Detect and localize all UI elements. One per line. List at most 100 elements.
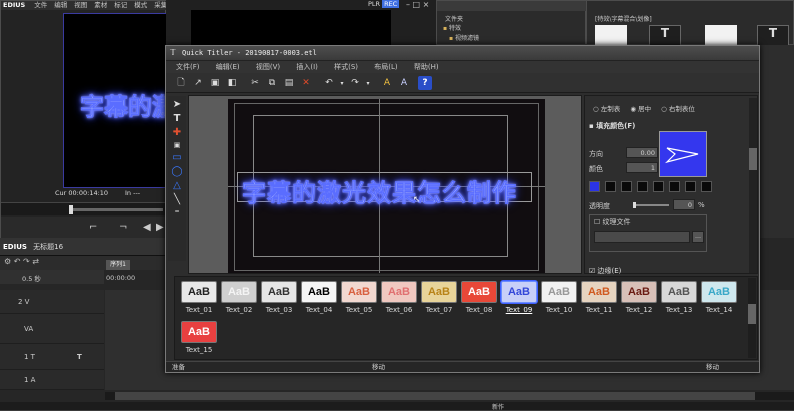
color-swatch-8[interactable]: [701, 181, 712, 192]
redo-icon[interactable]: ↷: [23, 257, 30, 266]
titler-menu-edit[interactable]: 编辑(E): [216, 61, 240, 73]
select-tool-icon[interactable]: ➤: [173, 99, 181, 110]
style-preset-text_14[interactable]: AaB Text_14: [699, 281, 739, 321]
style-preset-text_07[interactable]: AaB Text_07: [419, 281, 459, 321]
style-preset-text_08[interactable]: AaB Text_08: [459, 281, 499, 321]
style-preset-text_09[interactable]: AaB Text_09: [499, 281, 539, 321]
track-1a[interactable]: 1 A: [0, 370, 104, 390]
titler-menu-help[interactable]: 帮助(H): [414, 61, 439, 73]
maximize-icon[interactable]: □: [413, 0, 421, 9]
menu-file[interactable]: 文件: [34, 1, 47, 10]
align-left-radio[interactable]: ○ 左制表: [593, 105, 620, 113]
timecode-ruler[interactable]: 00:00:00: [106, 274, 135, 282]
undo-icon[interactable]: ↶: [322, 76, 336, 90]
color-swatch-7[interactable]: [685, 181, 696, 192]
slider-thumb[interactable]: [633, 202, 636, 208]
ripple-icon[interactable]: ⇄: [32, 257, 39, 266]
sequence-tab[interactable]: 序列1: [106, 260, 130, 270]
transparency-slider[interactable]: [633, 202, 669, 208]
mark-in-icon[interactable]: ⌐: [89, 222, 97, 233]
text-style-alt-icon[interactable]: A: [397, 76, 411, 90]
props-scrollbar[interactable]: [749, 98, 757, 273]
undo-dropdown-icon[interactable]: ▾: [339, 76, 345, 90]
cut-icon[interactable]: ✂: [248, 76, 262, 90]
triangle-tool-icon[interactable]: △: [173, 180, 181, 191]
style-preset-text_06[interactable]: AaB Text_06: [379, 281, 419, 321]
open-file-icon[interactable]: ↗: [191, 76, 205, 90]
new-file-icon[interactable]: 🗋: [174, 76, 188, 90]
color-swatch-5[interactable]: [653, 181, 664, 192]
close-icon[interactable]: ×: [423, 0, 430, 9]
titler-menu-insert[interactable]: 插入(I): [296, 61, 318, 73]
color-swatch-3[interactable]: [621, 181, 632, 192]
track-va[interactable]: VA: [0, 314, 104, 344]
tree-item-video-filters[interactable]: ▪ 视频滤镜: [449, 33, 479, 42]
color-swatch-1[interactable]: [589, 181, 600, 192]
track-2v[interactable]: 2 V: [0, 290, 104, 314]
track-1t[interactable]: 1 T T: [0, 344, 104, 370]
delete-icon[interactable]: ✕: [299, 76, 313, 90]
effect-thumb-4[interactable]: T: [757, 25, 789, 46]
help-icon[interactable]: ?: [418, 76, 432, 90]
transparency-input[interactable]: 0: [673, 199, 695, 210]
style-preset-text_03[interactable]: AaB Text_03: [259, 281, 299, 321]
style-preset-text_05[interactable]: AaB Text_05: [339, 281, 379, 321]
effect-thumb-3[interactable]: [705, 25, 737, 46]
text-tool-icon[interactable]: T: [174, 113, 181, 124]
style-preset-text_12[interactable]: AaB Text_12: [619, 281, 659, 321]
play-icon[interactable]: ▶: [156, 222, 164, 233]
rec-label[interactable]: REC: [382, 0, 400, 8]
effect-thumb-1[interactable]: [595, 25, 627, 46]
browse-button[interactable]: …: [692, 231, 704, 243]
line-tool-icon[interactable]: ╲: [174, 194, 180, 205]
timeline-scrollbar[interactable]: [105, 392, 794, 400]
canvas-frame[interactable]: 字幕的激光效果怎么制作 ↖: [228, 99, 545, 273]
gallery-scroll-thumb[interactable]: [748, 304, 756, 324]
fill-color-preview[interactable]: [659, 131, 707, 177]
align-right-radio[interactable]: ○ 右制表位: [661, 105, 695, 113]
collapse-icon[interactable]: ▪: [589, 122, 594, 130]
style-preset-text_01[interactable]: AaB Text_01: [179, 281, 219, 321]
canvas-viewport[interactable]: 字幕的激光效果怎么制作 ↖: [188, 95, 582, 274]
menu-mode[interactable]: 模式: [134, 1, 147, 10]
bin-folder-tab[interactable]: 文件夹: [445, 14, 463, 23]
texture-checkbox[interactable]: ☐ 纹理文件: [594, 217, 631, 227]
tree-item-effects[interactable]: ▪ 特效: [443, 23, 461, 32]
align-center-radio[interactable]: ◉ 居中: [630, 105, 651, 113]
redo-icon[interactable]: ↷: [348, 76, 362, 90]
minimize-icon[interactable]: –: [406, 0, 410, 9]
style-preset-text_02[interactable]: AaB Text_02: [219, 281, 259, 321]
edge-checkbox-icon[interactable]: ☑: [589, 267, 595, 275]
paste-icon[interactable]: ▤: [282, 76, 296, 90]
menu-clip[interactable]: 素材: [94, 1, 107, 10]
ellipse-tool-icon[interactable]: ◯: [171, 166, 182, 177]
direction-input[interactable]: 0.00: [626, 147, 658, 158]
props-scroll-thumb[interactable]: [749, 148, 757, 170]
player-scrubber[interactable]: [1, 202, 167, 215]
titler-menu-style[interactable]: 样式(S): [334, 61, 358, 73]
color-swatch-4[interactable]: [637, 181, 648, 192]
style-preset-text_04[interactable]: AaB Text_04: [299, 281, 339, 321]
texture-path-input[interactable]: [594, 231, 690, 243]
plr-label[interactable]: PLR: [366, 0, 382, 8]
vertical-text-tool-icon[interactable]: ✚: [173, 127, 181, 138]
style-preset-text_10[interactable]: AaB Text_10: [539, 281, 579, 321]
save-as-icon[interactable]: ◧: [225, 76, 239, 90]
fill-section-header[interactable]: ▪ 填充颜色(F): [589, 121, 635, 131]
style-preset-text_11[interactable]: AaB Text_11: [579, 281, 619, 321]
save-icon[interactable]: ▣: [208, 76, 222, 90]
titler-menu-file[interactable]: 文件(F): [176, 61, 200, 73]
color-swatch-2[interactable]: [605, 181, 616, 192]
color-swatch-6[interactable]: [669, 181, 680, 192]
menu-edit[interactable]: 编辑: [54, 1, 67, 10]
style-preset-text_15[interactable]: AaB Text_15: [179, 321, 219, 361]
settings-icon[interactable]: ⚙: [4, 257, 11, 266]
image-tool-icon[interactable]: ▣: [174, 141, 181, 149]
undo-icon[interactable]: ↶: [14, 257, 21, 266]
scrollbar-thumb[interactable]: [115, 392, 755, 400]
plr-rec-toggle[interactable]: PLR REC: [366, 0, 400, 9]
menu-view[interactable]: 视图: [74, 1, 87, 10]
edge-section-header[interactable]: ☑ 边缘(E): [589, 266, 621, 276]
rewind-icon[interactable]: ◀: [143, 222, 151, 233]
gallery-scrollbar[interactable]: [748, 278, 756, 358]
